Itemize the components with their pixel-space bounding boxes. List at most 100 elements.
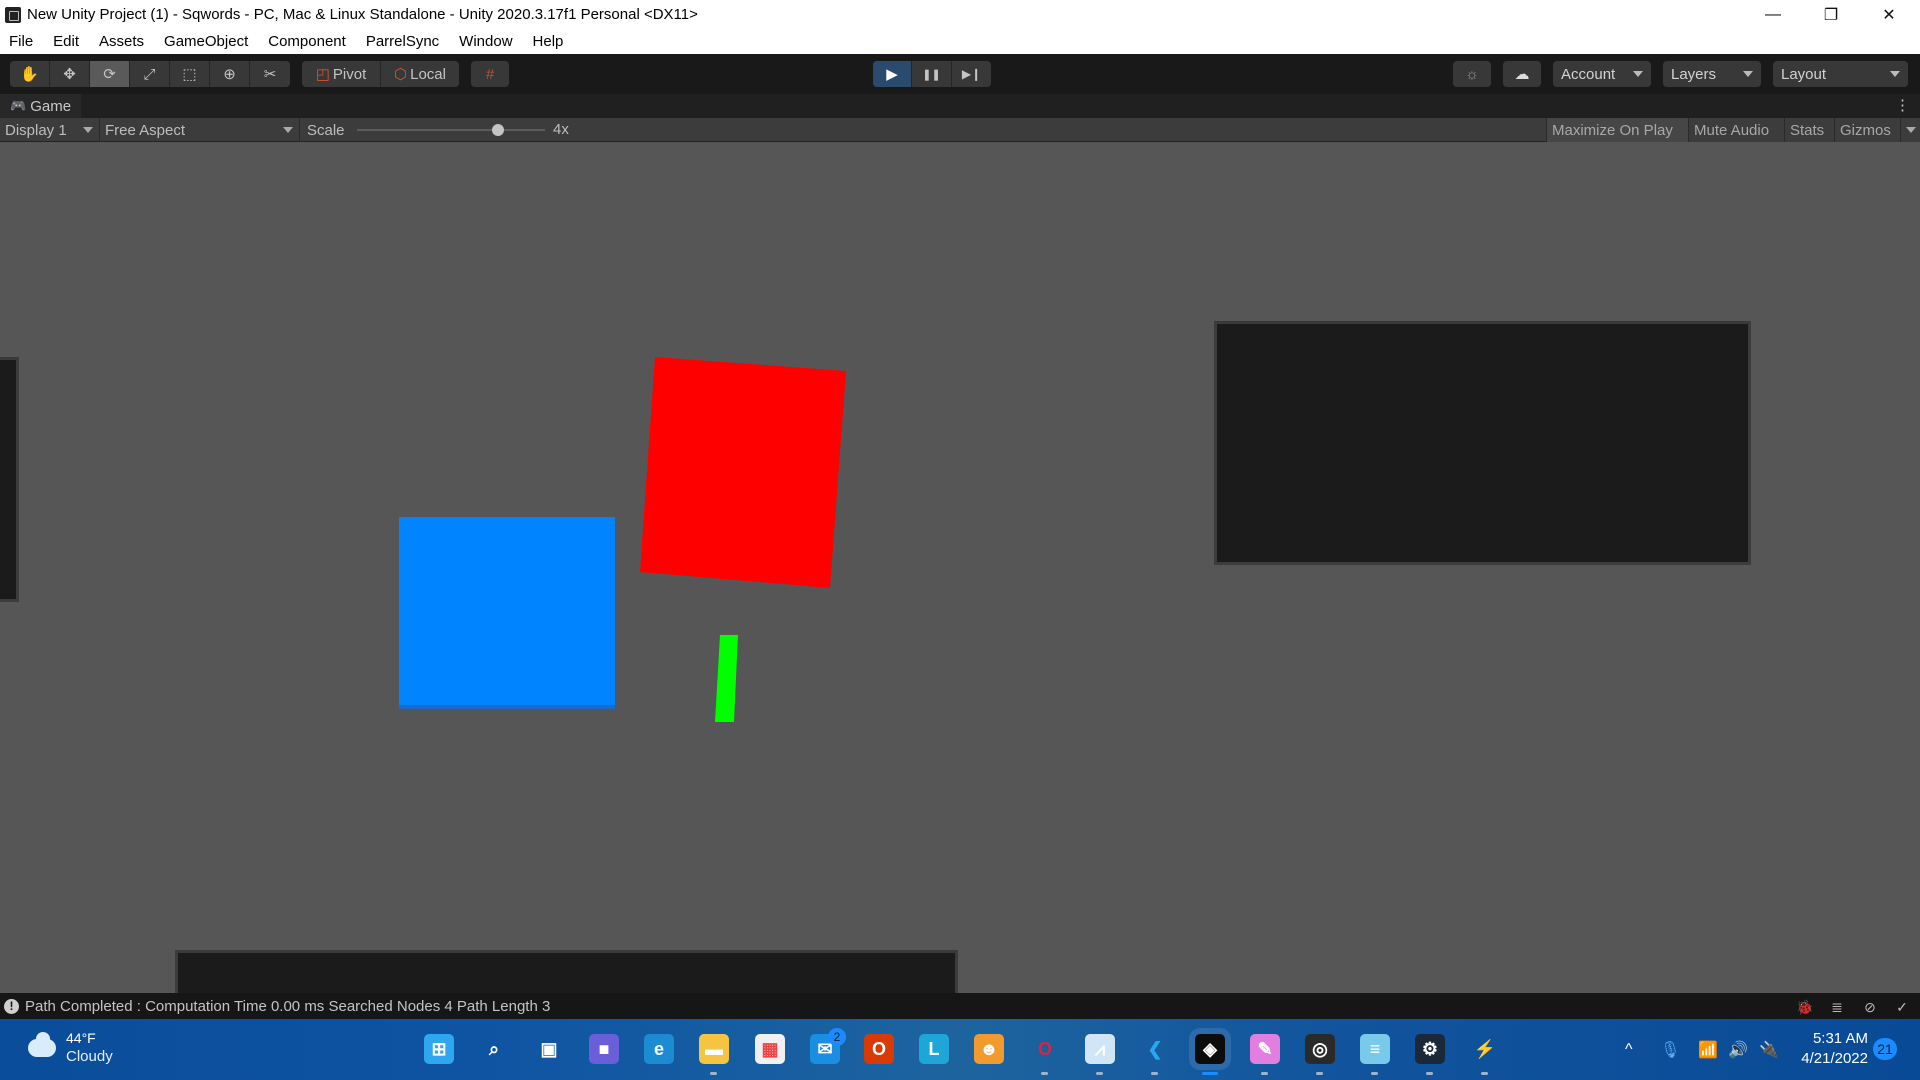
maximize-on-play-toggle[interactable]: Maximize On Play bbox=[1546, 118, 1688, 142]
weather-widget[interactable]: 44°F Cloudy bbox=[28, 1029, 113, 1067]
debug-bug-icon[interactable]: 🐞 bbox=[1796, 998, 1814, 1016]
custom-tool-icon[interactable]: ✂ bbox=[250, 61, 290, 87]
scale-tool-icon[interactable]: ⤢ bbox=[130, 61, 170, 87]
pivot-toggle[interactable]: ◰ Pivot bbox=[302, 61, 381, 87]
account-dropdown[interactable]: Account bbox=[1553, 61, 1651, 87]
l-app-icon[interactable]: L bbox=[919, 1034, 949, 1064]
title-bar: New Unity Project (1) - Sqwords - PC, Ma… bbox=[0, 0, 1920, 29]
obs-icon[interactable]: ◎ bbox=[1305, 1034, 1335, 1064]
cache-server-icon[interactable]: ≣ bbox=[1828, 998, 1846, 1016]
microsoft-store-icon[interactable]: ▦ bbox=[755, 1034, 785, 1064]
stats-toggle[interactable]: Stats bbox=[1784, 118, 1834, 142]
layers-label: Layers bbox=[1671, 65, 1717, 83]
cloud-weather-icon bbox=[28, 1032, 56, 1057]
status-message[interactable]: Path Completed : Computation Time 0.00 m… bbox=[25, 998, 550, 1015]
running-indicator bbox=[1426, 1072, 1433, 1075]
edge-icon[interactable]: e bbox=[644, 1034, 674, 1064]
chevron-down-icon bbox=[1906, 127, 1916, 133]
rotate-tool-icon[interactable]: ⟳ bbox=[90, 61, 130, 87]
checkmark-icon[interactable]: ✓ bbox=[1893, 998, 1911, 1016]
blue-square-shadow-edge bbox=[399, 705, 615, 709]
close-button[interactable]: ✕ bbox=[1860, 0, 1918, 29]
mute-audio-toggle[interactable]: Mute Audio bbox=[1688, 118, 1784, 142]
tab-game[interactable]: 🎮 Game bbox=[0, 94, 82, 118]
volume-icon[interactable]: 🔊 bbox=[1728, 1019, 1748, 1080]
menu-file[interactable]: File bbox=[9, 33, 33, 50]
resource-monitor-icon[interactable]: ⩘ bbox=[1085, 1034, 1115, 1064]
running-indicator bbox=[1151, 1072, 1158, 1075]
more-options-icon[interactable]: ⋮ bbox=[1895, 96, 1910, 114]
menu-help[interactable]: Help bbox=[533, 33, 564, 50]
opera-icon[interactable]: O bbox=[1030, 1034, 1060, 1064]
auto-generate-lighting-icon[interactable]: ⊘ bbox=[1861, 998, 1879, 1016]
running-indicator bbox=[1041, 1072, 1048, 1075]
layout-dropdown[interactable]: Layout bbox=[1773, 61, 1908, 87]
play-button[interactable]: ▶ bbox=[873, 61, 912, 87]
cloud-icon[interactable]: ☁ bbox=[1503, 61, 1541, 87]
chevron-down-icon bbox=[83, 127, 93, 133]
microphone-icon[interactable]: 🎙 bbox=[1660, 1019, 1680, 1080]
move-tool-icon[interactable]: ✥ bbox=[50, 61, 90, 87]
task-view-icon[interactable]: ▣ bbox=[534, 1034, 564, 1064]
menu-gameobject[interactable]: GameObject bbox=[164, 33, 248, 50]
scale-slider-thumb[interactable] bbox=[492, 124, 504, 136]
tab-game-label: Game bbox=[30, 97, 72, 115]
battery-charging-icon[interactable]: 🔌 bbox=[1759, 1019, 1779, 1080]
hand-tool-icon[interactable]: ✋ bbox=[10, 61, 50, 87]
menu-edit[interactable]: Edit bbox=[53, 33, 79, 50]
start-icon[interactable]: ⊞ bbox=[424, 1034, 454, 1064]
running-indicator bbox=[1096, 1072, 1103, 1075]
steam-icon[interactable]: ⚙ bbox=[1415, 1034, 1445, 1064]
teams-chat-icon[interactable]: ■ bbox=[589, 1034, 619, 1064]
unity-icon[interactable]: ◈ bbox=[1195, 1034, 1225, 1064]
restore-button[interactable]: ❐ bbox=[1802, 0, 1860, 29]
transform-tool-icon[interactable]: ⊕ bbox=[210, 61, 250, 87]
local-cube-icon: ⬡ bbox=[394, 66, 408, 83]
red-square bbox=[640, 357, 846, 588]
rect-tool-icon[interactable]: ⬚ bbox=[170, 61, 210, 87]
windows-taskbar: 44°F Cloudy ⊞ ⌕ ▣ ■ e ▬ ▦ ✉ 2 O L ☻ O ⩘ ❮ ◈ ✎ ◎ ≡ ⚙ ⚡ ^ 🎙 📶 … bbox=[0, 1019, 1920, 1080]
local-toggle[interactable]: ⬡ Local bbox=[381, 61, 459, 87]
layers-dropdown[interactable]: Layers bbox=[1663, 61, 1761, 87]
display-label: Display 1 bbox=[5, 121, 67, 139]
file-explorer-icon[interactable]: ▬ bbox=[699, 1034, 729, 1064]
lighting-group: ☼ bbox=[1453, 61, 1491, 87]
game-viewport[interactable] bbox=[0, 143, 1920, 993]
scale-value: 4x bbox=[553, 121, 569, 138]
orange-app-icon[interactable]: ☻ bbox=[974, 1034, 1004, 1064]
scale-slider-track[interactable] bbox=[357, 129, 545, 131]
sun-icon[interactable]: ☼ bbox=[1453, 61, 1491, 87]
weather-description: Cloudy bbox=[66, 1048, 113, 1065]
gamepad-icon: 🎮 bbox=[10, 98, 27, 113]
minimize-button[interactable]: — bbox=[1744, 0, 1802, 29]
running-indicator bbox=[1371, 1072, 1378, 1075]
power-app-icon[interactable]: ⚡ bbox=[1470, 1034, 1500, 1064]
wifi-icon[interactable]: 📶 bbox=[1698, 1019, 1718, 1080]
office-icon[interactable]: O bbox=[864, 1034, 894, 1064]
aspect-dropdown[interactable]: Free Aspect bbox=[100, 118, 300, 142]
pause-button[interactable]: ❚❚ bbox=[912, 61, 952, 87]
vscode-icon[interactable]: ❮ bbox=[1140, 1034, 1170, 1064]
running-indicator bbox=[1202, 1072, 1218, 1075]
notepad-icon[interactable]: ≡ bbox=[1360, 1034, 1390, 1064]
gizmos-toggle[interactable]: Gizmos bbox=[1834, 118, 1900, 142]
green-bar bbox=[715, 635, 738, 722]
menu-window[interactable]: Window bbox=[459, 33, 512, 50]
notification-badge[interactable]: 21 bbox=[1873, 1038, 1897, 1060]
menu-parrelsync[interactable]: ParrelSync bbox=[366, 33, 439, 50]
scene-objects bbox=[399, 357, 846, 722]
game-view-toolbar: Display 1 Free Aspect Scale 4x Maximize … bbox=[0, 118, 1920, 142]
tray-chevron-icon[interactable]: ^ bbox=[1625, 1019, 1633, 1080]
menu-component[interactable]: Component bbox=[268, 33, 346, 50]
krita-icon[interactable]: ✎ bbox=[1250, 1034, 1280, 1064]
grid-snap-icon[interactable]: # bbox=[471, 61, 509, 87]
menu-assets[interactable]: Assets bbox=[99, 33, 144, 50]
clock[interactable]: 5:31 AM 4/21/2022 bbox=[1796, 1029, 1868, 1069]
clock-date: 4/21/2022 bbox=[1801, 1050, 1868, 1067]
gizmos-dropdown[interactable] bbox=[1900, 118, 1920, 142]
window-title: New Unity Project (1) - Sqwords - PC, Ma… bbox=[27, 6, 698, 23]
search-icon[interactable]: ⌕ bbox=[479, 1034, 509, 1064]
tab-bar: 🎮 Game ⋮ bbox=[0, 94, 1920, 118]
step-button[interactable]: ▶❙ bbox=[952, 61, 991, 87]
display-dropdown[interactable]: Display 1 bbox=[0, 118, 100, 142]
